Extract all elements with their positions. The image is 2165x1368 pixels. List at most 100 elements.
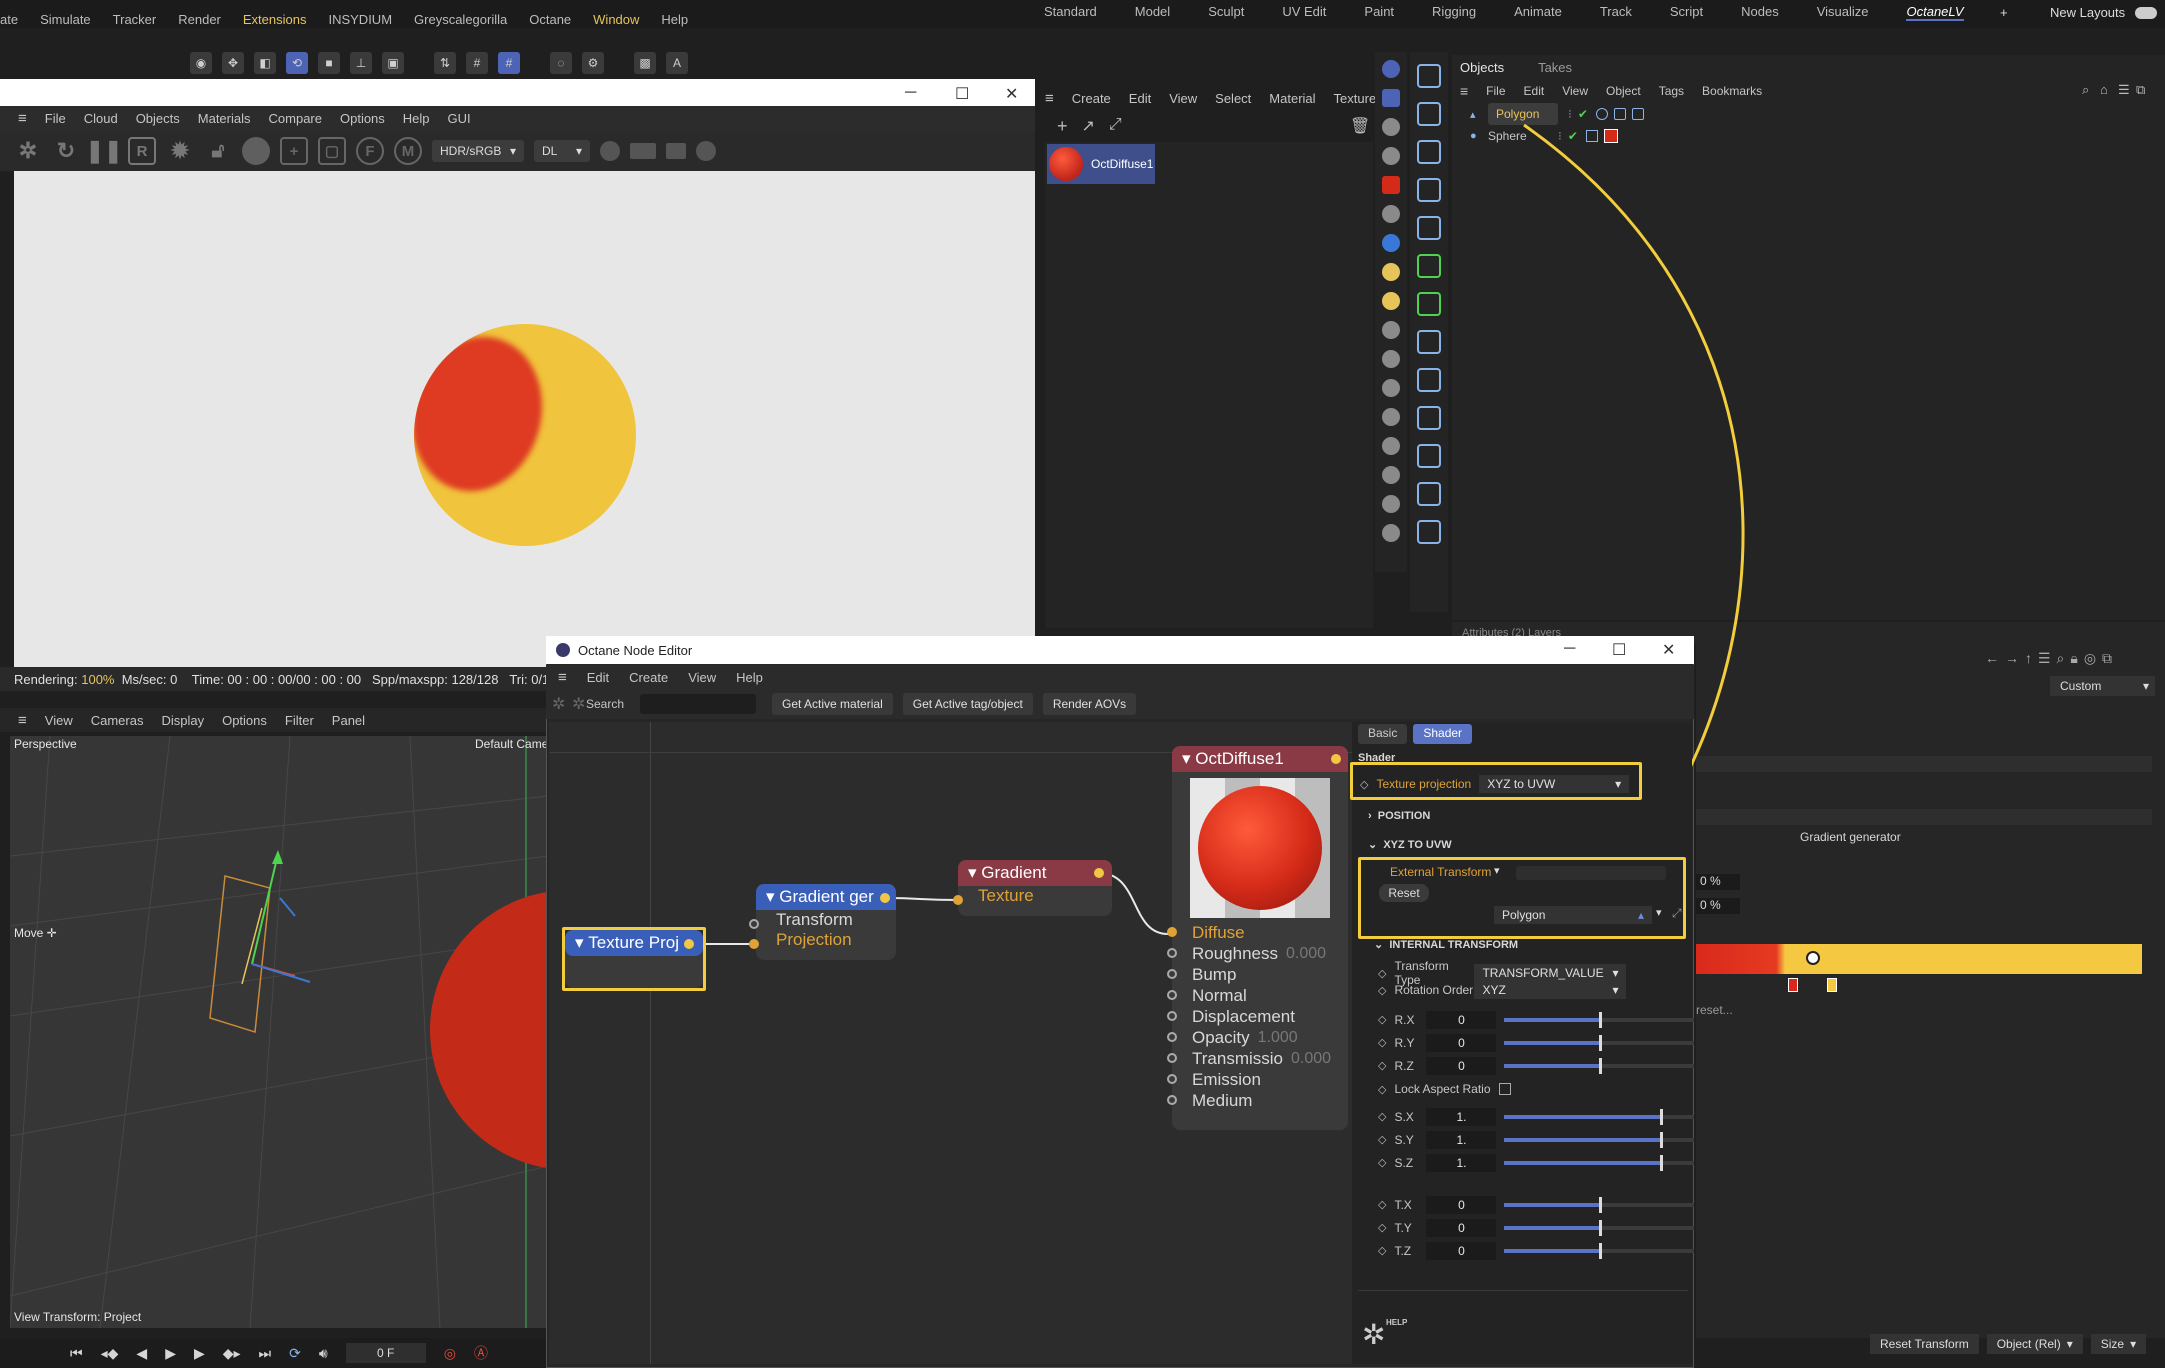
- reset-partial-label[interactable]: reset...: [1696, 1003, 1733, 1017]
- gradient-stop-red[interactable]: [1788, 978, 1798, 992]
- vp-menu-display[interactable]: Display: [161, 713, 204, 728]
- pin-bump[interactable]: Bump: [1167, 964, 1348, 985]
- isoline-icon[interactable]: ◌: [550, 52, 572, 74]
- sphere-c-icon[interactable]: [1382, 379, 1400, 397]
- number-input[interactable]: 1.: [1426, 1107, 1497, 1126]
- number-input[interactable]: 0: [1426, 1195, 1497, 1214]
- lock-aspect-checkbox[interactable]: [1498, 1083, 1511, 1095]
- snap-icon[interactable]: ▣: [382, 52, 404, 74]
- focus-picker-icon[interactable]: F: [356, 137, 384, 165]
- input-port[interactable]: [1167, 1053, 1177, 1063]
- number-input[interactable]: 0: [1426, 1010, 1497, 1029]
- kernel-select[interactable]: DL ▾: [534, 140, 590, 162]
- subdivision-icon[interactable]: [1417, 216, 1441, 240]
- gradient-stop-yellow[interactable]: [1827, 978, 1837, 992]
- octane-logo-icon[interactable]: ✲: [14, 137, 42, 165]
- checker-icon[interactable]: [1382, 118, 1400, 136]
- home-icon[interactable]: ⌂: [2100, 82, 2108, 97]
- layout-tab-sculpt[interactable]: Sculpt: [1208, 4, 1244, 21]
- pin-opacity[interactable]: Opacity 1.000: [1167, 1027, 1348, 1048]
- sphere-e-icon[interactable]: [1382, 437, 1400, 455]
- vp-menu-filter[interactable]: Filter: [285, 713, 314, 728]
- settings-gear-icon[interactable]: ✹: [166, 137, 194, 165]
- gradient-knob[interactable]: [1806, 951, 1820, 965]
- sphere-icon[interactable]: [242, 137, 270, 165]
- grid-icon[interactable]: #: [466, 52, 488, 74]
- output-port[interactable]: [1094, 868, 1104, 878]
- rotate-icon[interactable]: ⟲: [286, 52, 308, 74]
- value-slider[interactable]: [1504, 1131, 1695, 1148]
- mm-menu-create[interactable]: Create: [1072, 91, 1111, 106]
- render-region-icon[interactable]: ▩: [634, 52, 656, 74]
- model-mode-icon[interactable]: ■: [318, 52, 340, 74]
- target-tag-icon[interactable]: [1595, 108, 1608, 120]
- number-input[interactable]: 1.: [1426, 1130, 1497, 1149]
- layout-tab-track[interactable]: Track: [1600, 4, 1632, 21]
- axis-icon[interactable]: ⊥: [350, 52, 372, 74]
- search-icon[interactable]: ⌕: [2082, 82, 2089, 98]
- mm-menu-texture[interactable]: Texture: [1334, 91, 1377, 106]
- om-menu-file[interactable]: File: [1486, 84, 1505, 98]
- settings-icon[interactable]: ⚙: [582, 52, 604, 74]
- text-icon[interactable]: A: [666, 52, 688, 74]
- add-icon[interactable]: +: [1057, 116, 1068, 138]
- value-slider[interactable]: [1504, 1219, 1695, 1236]
- loop-icon[interactable]: ⟳: [289, 1345, 301, 1362]
- material-tag-icon[interactable]: [1603, 129, 1618, 143]
- hamburger-icon[interactable]: ≡: [18, 110, 27, 127]
- sphere-a-icon[interactable]: [1382, 321, 1400, 339]
- spline-icon[interactable]: [1417, 406, 1441, 430]
- transform-type-select[interactable]: TRANSFORM_VALUE ▾: [1474, 964, 1627, 982]
- value-slider[interactable]: [1504, 1034, 1695, 1051]
- value-slider[interactable]: [1504, 1154, 1695, 1171]
- cube-icon[interactable]: [1417, 140, 1441, 164]
- hamburger-icon[interactable]: ≡: [558, 669, 567, 686]
- input-port[interactable]: [1167, 1074, 1177, 1084]
- play-icon[interactable]: ▶︎: [165, 1345, 176, 1362]
- number-input[interactable]: 0: [1426, 1218, 1497, 1237]
- menu-item-extensions[interactable]: Extensions: [243, 12, 307, 27]
- menu-item-octane[interactable]: Octane: [529, 12, 571, 27]
- attr-dropdown-2[interactable]: [1696, 809, 2152, 825]
- cloner-icon[interactable]: [1417, 254, 1441, 278]
- output-port[interactable]: [684, 939, 694, 949]
- goto-start-icon[interactable]: ⏮: [70, 1345, 83, 1362]
- pin-emission[interactable]: Emission: [1167, 1069, 1348, 1090]
- split-icon[interactable]: [1382, 147, 1400, 165]
- hamburger-icon[interactable]: ≡: [18, 712, 27, 729]
- input-port[interactable]: [1167, 927, 1177, 937]
- sphere-f-icon[interactable]: [1382, 466, 1400, 484]
- globe-icon[interactable]: [1417, 444, 1441, 468]
- workplane-icon[interactable]: ⇅: [434, 52, 456, 74]
- object-row-polygon[interactable]: ▴ Polygon ⁝ ✔: [1470, 103, 1650, 125]
- scale-icon[interactable]: ◧: [254, 52, 276, 74]
- ne-menu-create[interactable]: Create: [629, 670, 668, 685]
- attributes-mode-select[interactable]: Custom ▾: [2050, 676, 2155, 696]
- gradient-bar[interactable]: [1696, 944, 2142, 974]
- diamond-icon[interactable]: ◇: [1378, 1036, 1386, 1049]
- attribute-nav-icons[interactable]: ←→↑☰⌕🔒︎◎⧉: [1985, 650, 2118, 667]
- percent-field-1[interactable]: 0 %: [1696, 874, 1740, 890]
- half-circle-icon[interactable]: [1382, 205, 1400, 223]
- position-section[interactable]: › POSITION: [1368, 810, 1430, 822]
- layout-tab-visualize[interactable]: Visualize: [1817, 4, 1869, 21]
- add-region-icon[interactable]: +: [280, 137, 308, 165]
- rv-menu-help[interactable]: Help: [403, 111, 430, 126]
- maximize-icon[interactable]: ☐: [955, 84, 969, 104]
- layout-tab-script[interactable]: Script: [1670, 4, 1703, 21]
- rv-menu-objects[interactable]: Objects: [136, 111, 180, 126]
- tab-shader[interactable]: Shader: [1413, 724, 1473, 744]
- layout-tab-uv-edit[interactable]: UV Edit: [1282, 4, 1326, 21]
- camera-tag-icon[interactable]: [1613, 108, 1626, 120]
- half-circle-blue-icon[interactable]: [1382, 234, 1400, 252]
- autokey-icon[interactable]: Ⓐ: [474, 1343, 488, 1363]
- node-octdiffuse[interactable]: ▾ OctDiffuse1 Diffuse Roughness 0.000 Bump N…: [1167, 746, 1348, 1130]
- ne-menu-help[interactable]: Help: [736, 670, 763, 685]
- trash-icon[interactable]: 🗑︎: [1350, 116, 1370, 136]
- sun-icon[interactable]: [1382, 263, 1400, 281]
- value-slider[interactable]: [1504, 1196, 1695, 1213]
- reset-transform-select[interactable]: Reset Transform: [1870, 1334, 1979, 1354]
- value-slider[interactable]: [1504, 1108, 1695, 1125]
- filter-icon[interactable]: ☰: [2118, 82, 2130, 98]
- diamond-icon[interactable]: ◇: [1378, 1198, 1386, 1211]
